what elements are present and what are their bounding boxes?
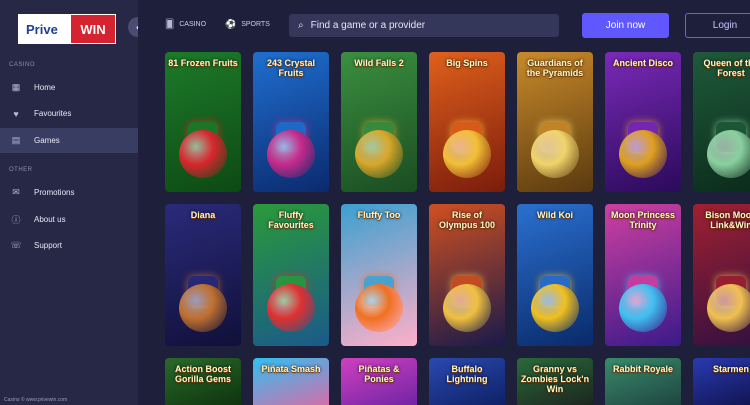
game-title: Queen of the Forest (703, 58, 750, 78)
game-artwork (531, 130, 579, 178)
game-title: Starmen (712, 364, 749, 374)
game-tile[interactable]: Rabbit Royale (605, 358, 681, 405)
game-title: Ancient Disco (612, 58, 673, 68)
section-label-casino: CASINO (9, 62, 36, 68)
sidebar-item-label: Favourites (34, 109, 72, 118)
game-title: Buffalo Lightning (446, 364, 488, 384)
casino-icon: 🂠 (165, 19, 175, 29)
game-title: Wild Koi (537, 210, 573, 220)
join-now-button[interactable]: Join now (582, 13, 669, 38)
logo-text-right: WIN (71, 15, 115, 43)
game-title: Rabbit Royale (612, 364, 673, 374)
login-button[interactable]: Login (685, 13, 750, 38)
game-artwork (443, 284, 491, 332)
game-title: Fluffy Favourites (268, 210, 314, 230)
game-artwork (267, 130, 315, 178)
sidebar-item-label: Home (34, 83, 56, 92)
grid-icon: ▦ (11, 82, 21, 92)
sidebar-item-label: Games (34, 136, 60, 145)
game-title: Granny vs Zombies Lock'n Win (520, 364, 590, 394)
heart-icon: ♥ (13, 108, 19, 119)
game-tile[interactable]: Piñatas & Ponies (341, 358, 417, 405)
game-tile[interactable]: 243 Crystal Fruits (253, 52, 329, 192)
megaphone-icon: ✉ (12, 187, 20, 197)
sidebar: Prive WIN CASINO ▦ Home ♥ Favourites ▤ G… (0, 0, 138, 405)
game-tile[interactable]: Action Boost Gorilla Gems (165, 358, 241, 405)
game-artwork (707, 130, 750, 178)
top-bar: 🂠 CASINO ⚽ SPORTS ⌕ Join now Login (138, 0, 750, 48)
sidebar-item-label: Promotions (34, 188, 75, 197)
game-tile[interactable]: Queen of the Forest (693, 52, 750, 192)
game-artwork (179, 130, 227, 178)
soccer-ball-icon: ⚽ (225, 19, 237, 29)
section-label-other: OTHER (9, 167, 33, 173)
game-title: Wild Falls 2 (354, 58, 404, 68)
search-icon: ⌕ (298, 20, 304, 31)
tab-label: CASINO (179, 21, 207, 28)
sidebar-item-promotions[interactable]: ✉ Promotions (0, 180, 138, 205)
game-tile[interactable]: Ancient Disco (605, 52, 681, 192)
game-tile[interactable]: Wild Koi (517, 204, 593, 346)
logo-text-left: Prive (19, 15, 71, 43)
tab-casino[interactable]: 🂠 CASINO (165, 19, 206, 30)
game-tile[interactable]: Wild Falls 2 (341, 52, 417, 192)
game-tile[interactable]: Buffalo Lightning (429, 358, 505, 405)
game-artwork (619, 284, 667, 332)
game-artwork (443, 130, 491, 178)
game-title: Rise of Olympus 100 (438, 210, 496, 230)
game-title: Diana (190, 210, 216, 220)
tab-sports[interactable]: ⚽ SPORTS (225, 19, 270, 30)
game-artwork (355, 130, 403, 178)
game-title: Fluffy Too (357, 210, 401, 220)
game-artwork (619, 130, 667, 178)
games-icon: ▤ (11, 135, 21, 145)
sidebar-item-label: Support (34, 241, 63, 250)
game-artwork (531, 284, 579, 332)
game-tile[interactable]: Diana (165, 204, 241, 346)
sidebar-item-support[interactable]: ☏ Support (0, 233, 138, 258)
game-title: Guardians of the Pyramids (526, 58, 584, 78)
game-tile[interactable]: Granny vs Zombies Lock'n Win (517, 358, 593, 405)
game-tile[interactable]: 81 Frozen Fruits (165, 52, 241, 192)
game-artwork (179, 284, 227, 332)
sidebar-item-label: About us (34, 215, 66, 224)
game-artwork (355, 284, 403, 332)
game-title: 81 Frozen Fruits (168, 58, 238, 68)
game-tile[interactable]: Piñata Smash (253, 358, 329, 405)
game-title: Action Boost Gorilla Gems (174, 364, 232, 384)
game-title: Moon Princess Trinity (610, 210, 675, 230)
game-tile[interactable]: Fluffy Too (341, 204, 417, 346)
sidebar-item-favourites[interactable]: ♥ Favourites (0, 101, 138, 126)
game-title: Piñatas & Ponies (358, 364, 400, 384)
game-title: 243 Crystal Fruits (266, 58, 316, 78)
privewin-logo[interactable]: Prive WIN (18, 14, 116, 44)
search-input[interactable] (310, 20, 541, 31)
game-tile[interactable]: Big Spins (429, 52, 505, 192)
game-tile[interactable]: Guardians of the Pyramids (517, 52, 593, 192)
support-icon: ☏ (10, 240, 22, 250)
tab-label: SPORTS (241, 21, 270, 28)
sidebar-item-games[interactable]: ▤ Games (0, 128, 138, 153)
sidebar-item-home[interactable]: ▦ Home (0, 75, 138, 100)
game-title: Bison Moon Link&Win (705, 210, 750, 230)
sidebar-item-about-us[interactable]: ⓘ About us (0, 207, 138, 232)
game-tile[interactable]: Moon Princess Trinity (605, 204, 681, 346)
search-box[interactable]: ⌕ (289, 14, 559, 37)
game-title: Big Spins (446, 58, 488, 68)
info-icon: ⓘ (11, 215, 21, 225)
footer-url: Casino © www.privewin.com (4, 397, 68, 403)
game-title: Piñata Smash (261, 364, 321, 374)
game-tile[interactable]: Rise of Olympus 100 (429, 204, 505, 346)
game-artwork (267, 284, 315, 332)
game-tile[interactable]: Bison Moon Link&Win (693, 204, 750, 346)
game-tile[interactable]: Fluffy Favourites (253, 204, 329, 346)
game-tile[interactable]: Starmen (693, 358, 750, 405)
game-artwork (707, 284, 750, 332)
